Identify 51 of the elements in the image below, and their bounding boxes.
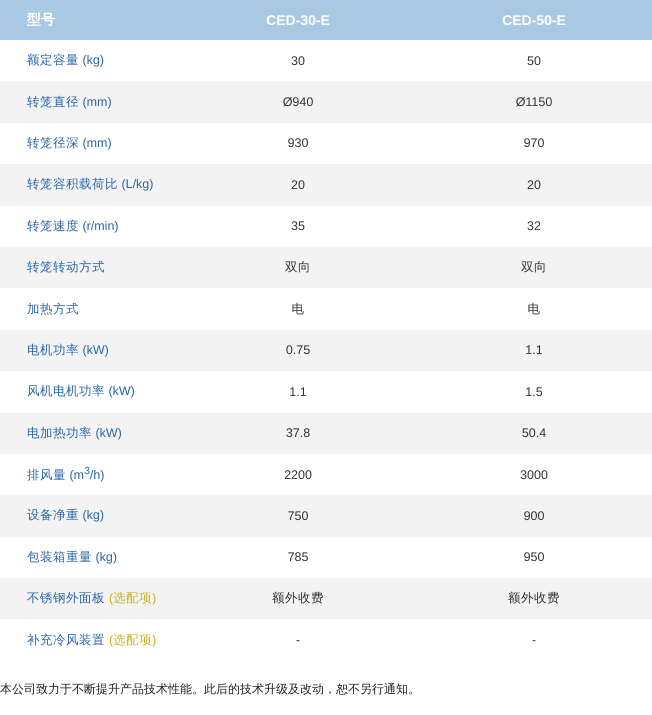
table-cell: 20 — [527, 178, 541, 192]
table-cell: 930 — [288, 136, 308, 150]
row-label: 排风量 (m$^{3}$/h) — [27, 466, 104, 484]
footer-note: 本公司致力于不断提升产品技术性能。此后的技术升级及改动，恕不另行通知。 — [0, 680, 421, 698]
table-cell: 电 — [292, 300, 304, 318]
optional-note: (选配项) — [109, 590, 156, 608]
table-cell: 额外收费 — [272, 590, 324, 608]
row-label: 设备净重 (kg) — [27, 507, 104, 524]
table-cell: 3000 — [520, 468, 548, 482]
row-label: 电加热功率 (kW) — [27, 424, 122, 442]
table-cell: 970 — [524, 136, 544, 150]
row-label: 补充冷风装置 — [27, 632, 105, 649]
table-cell: 37.8 — [286, 426, 310, 440]
table-cell: 2200 — [284, 468, 312, 482]
table-cell: 0.75 — [286, 343, 310, 358]
table-cell: 双向 — [521, 259, 547, 276]
row-label: 转笼直径 (mm) — [27, 94, 112, 111]
row-label: 额定容量 (kg) — [27, 52, 104, 70]
table-cell: 30 — [291, 54, 305, 68]
optional-note: (选配项) — [109, 632, 156, 649]
table-cell: Ø1150 — [516, 95, 552, 110]
row-label: 电机功率 (kW) — [27, 342, 109, 359]
row-label: 加热方式 — [27, 300, 79, 318]
table-cell: - — [532, 633, 536, 648]
column-header: CED-30-E — [180, 0, 416, 40]
row-label: 风机电机功率 (kW) — [27, 383, 135, 400]
table-cell: 1.1 — [289, 384, 307, 399]
table-cell: 35 — [291, 219, 305, 234]
table-cell: 50 — [527, 54, 541, 68]
table-cell: 50.4 — [522, 426, 546, 440]
table-cell: 电 — [528, 300, 540, 318]
table-cell: 900 — [524, 508, 544, 523]
table-cell: 双向 — [285, 259, 311, 276]
table-cell: 1.1 — [525, 343, 543, 358]
table-cell: 750 — [288, 508, 308, 523]
row-label: 转笼速度 (r/min) — [27, 218, 119, 235]
table-cell: Ø940 — [282, 95, 314, 110]
row-label: 转笼转动方式 — [27, 259, 105, 276]
table-cell: 32 — [527, 219, 541, 234]
row-label: 转笼径深 (mm) — [27, 134, 112, 152]
table-cell: 1.5 — [525, 384, 543, 399]
table-cell: - — [296, 633, 300, 648]
column-header: CED-50-E — [416, 0, 652, 40]
table-cell: 20 — [291, 178, 305, 192]
row-label: 不锈钢外面板 — [27, 590, 105, 608]
table-cell: 950 — [524, 550, 544, 564]
table-cell: 额外收费 — [508, 590, 560, 608]
row-label: 转笼容积载荷比 (L/kg) — [27, 176, 154, 194]
row-label: 包装箱重量 (kg) — [27, 548, 117, 566]
table-cell: 785 — [288, 550, 308, 564]
column-header: 型号 — [0, 0, 180, 40]
